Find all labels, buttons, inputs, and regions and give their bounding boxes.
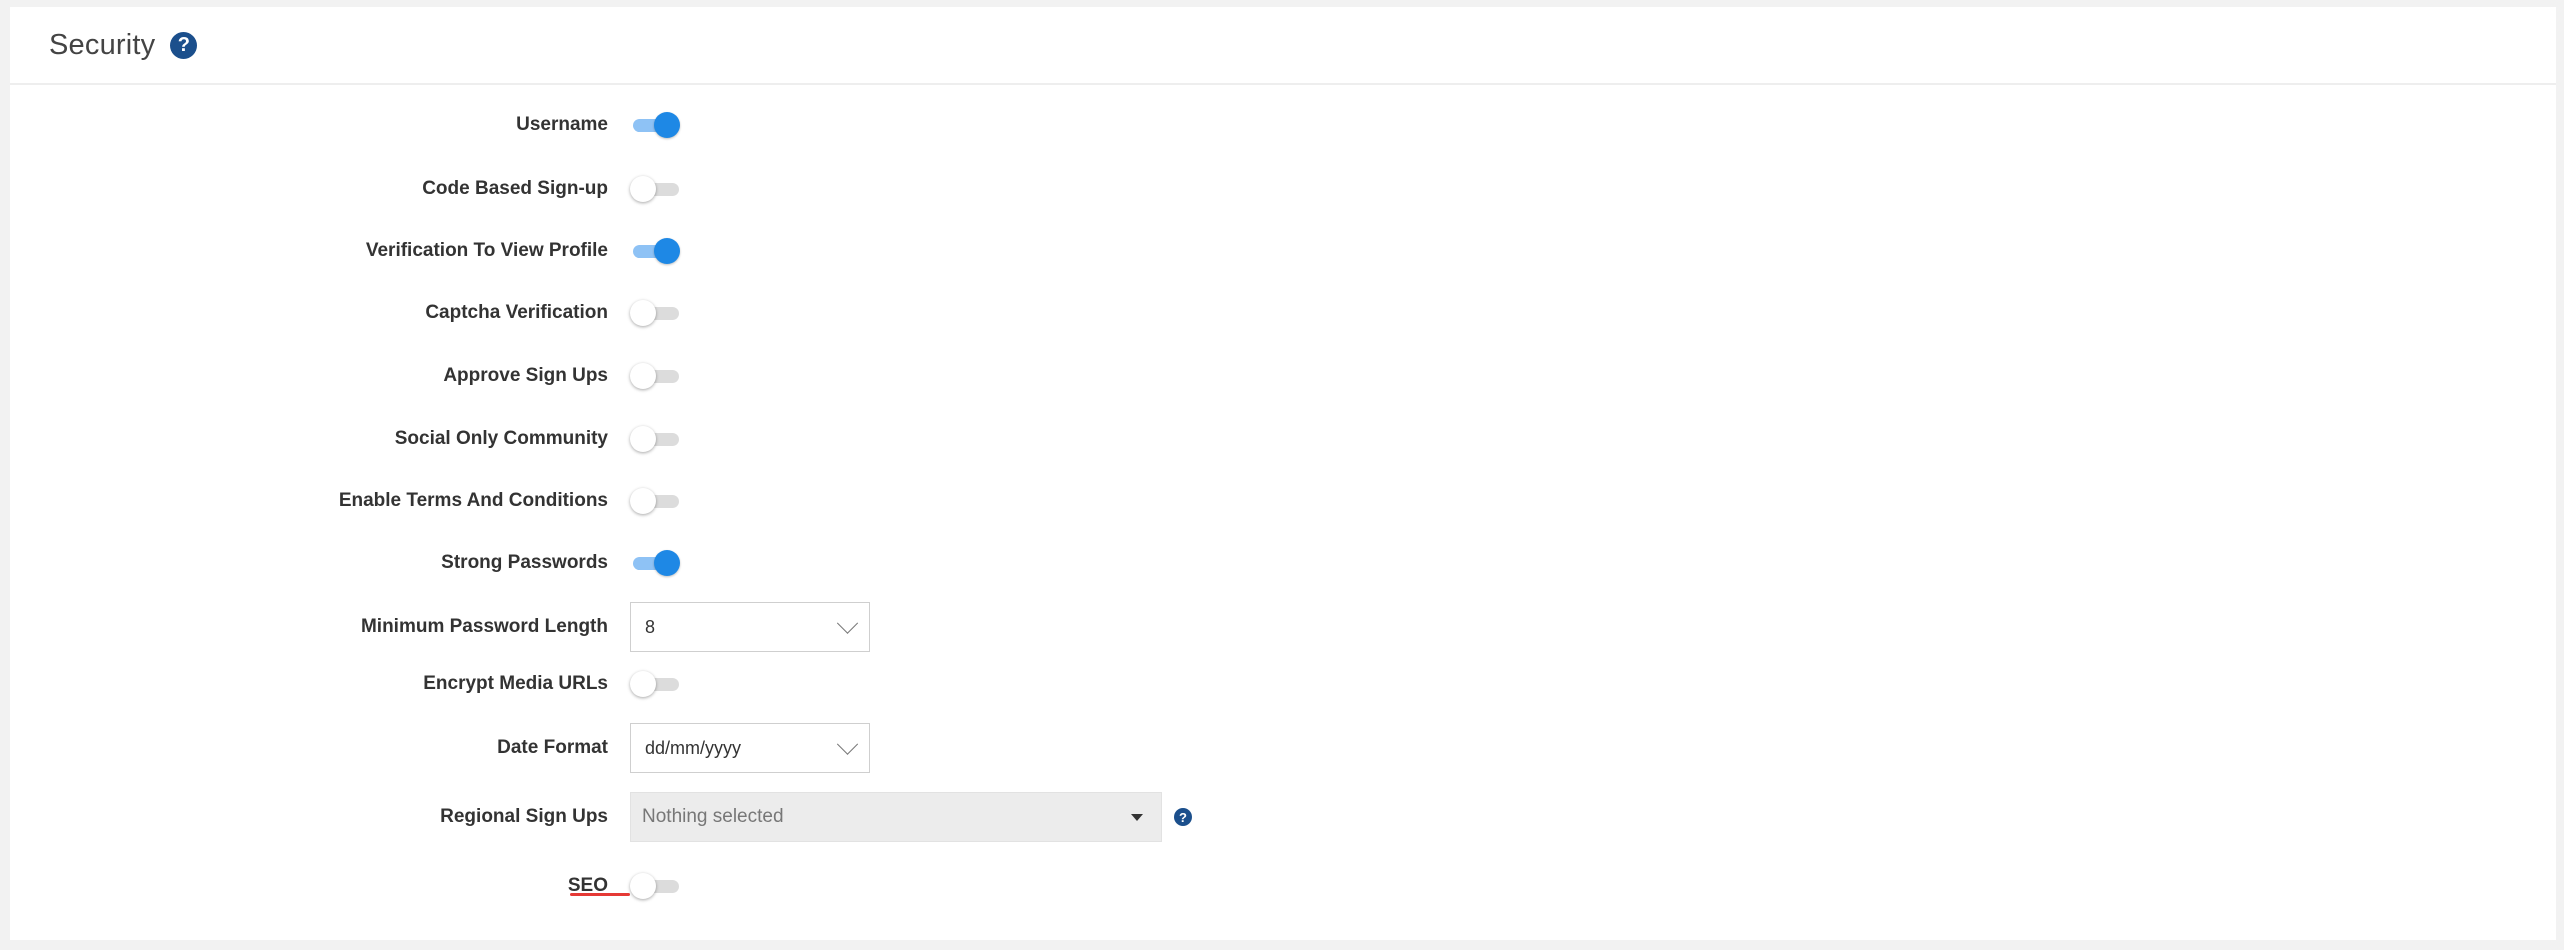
date-format-select[interactable]: dd/mm/yyyy: [630, 723, 870, 773]
select-placeholder: Nothing selected: [642, 806, 784, 827]
setting-label: Verification To View Profile: [365, 240, 608, 261]
setting-row-verification-to-view-profile: Verification To View Profile: [0, 237, 1400, 265]
captcha-verification-toggle[interactable]: [630, 299, 680, 327]
setting-row-social-only-community: Social Only Community: [0, 425, 1400, 453]
strong-passwords-toggle[interactable]: [630, 549, 680, 577]
setting-row-captcha-verification: Captcha Verification: [0, 299, 1400, 327]
question-icon[interactable]: ?: [170, 31, 198, 59]
setting-row-code-based-signup: Code Based Sign-up: [0, 175, 1400, 203]
chevron-down-icon: [836, 612, 859, 634]
setting-row-approve-sign-ups: Approve Sign Ups: [0, 362, 1400, 390]
setting-row-date-format: Date Format dd/mm/yyyy: [0, 723, 1400, 773]
setting-row-seo: SEO: [0, 872, 1400, 900]
social-only-community-toggle[interactable]: [630, 425, 680, 453]
question-icon[interactable]: ?: [1174, 808, 1192, 826]
setting-label: Code Based Sign-up: [422, 178, 608, 199]
setting-label: Date Format: [497, 737, 608, 758]
panel-header: Security ?: [10, 7, 2556, 85]
username-toggle[interactable]: [630, 111, 680, 139]
setting-label: Username: [516, 114, 608, 135]
setting-label: Approve Sign Ups: [443, 365, 608, 386]
setting-row-strong-passwords: Strong Passwords: [0, 549, 1400, 577]
enable-terms-toggle[interactable]: [630, 487, 680, 515]
setting-row-regional-sign-ups: Regional Sign Ups Nothing selected ?: [0, 792, 1400, 842]
code-based-signup-toggle[interactable]: [630, 175, 680, 203]
caret-down-icon: [1131, 813, 1143, 821]
seo-highlight-underline: [570, 893, 630, 896]
setting-row-encrypt-media-urls: Encrypt Media URLs: [0, 670, 1400, 698]
approve-sign-ups-toggle[interactable]: [630, 362, 680, 390]
setting-label: Minimum Password Length: [360, 616, 608, 637]
setting-label: Social Only Community: [394, 428, 608, 449]
select-value: dd/mm/yyyy: [645, 737, 742, 758]
verification-to-view-profile-toggle[interactable]: [630, 237, 680, 265]
regional-sign-ups-select[interactable]: Nothing selected: [630, 792, 1162, 842]
setting-row-minimum-password-length: Minimum Password Length 8: [0, 602, 1400, 652]
encrypt-media-urls-toggle[interactable]: [630, 670, 680, 698]
setting-label: SEO: [567, 875, 608, 896]
chevron-down-icon: [836, 733, 859, 755]
minimum-password-length-select[interactable]: 8: [630, 602, 870, 652]
setting-label: Regional Sign Ups: [440, 806, 608, 827]
setting-label: Captcha Verification: [425, 302, 608, 323]
setting-row-enable-terms: Enable Terms And Conditions: [0, 487, 1400, 515]
page-title: Security: [49, 28, 156, 61]
select-value: 8: [645, 616, 656, 637]
setting-label: Strong Passwords: [441, 552, 608, 573]
setting-label: Enable Terms And Conditions: [338, 490, 608, 511]
setting-label: Encrypt Media URLs: [423, 673, 608, 694]
seo-toggle[interactable]: [630, 872, 680, 900]
setting-row-username: Username: [0, 111, 1400, 139]
